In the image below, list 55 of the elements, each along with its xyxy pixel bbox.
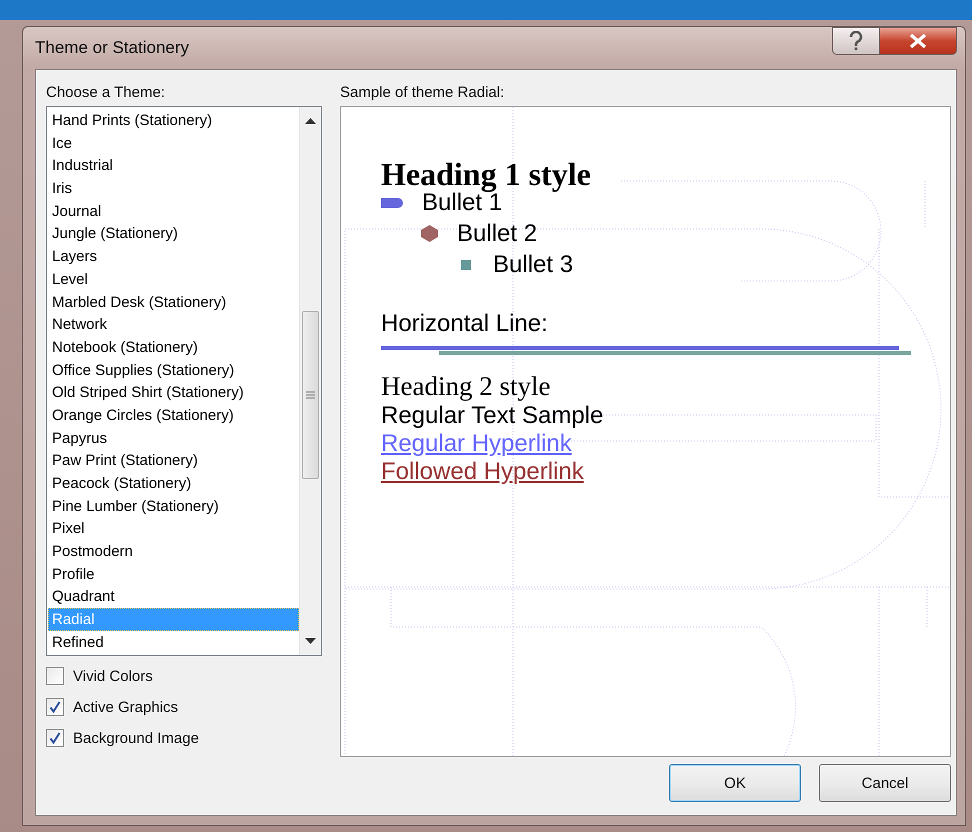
theme-item[interactable]: Marbled Desk (Stationery) — [48, 290, 299, 314]
theme-item[interactable]: Quadrant — [48, 585, 299, 608]
grip-icon — [306, 391, 315, 399]
theme-item[interactable]: Paw Print (Stationery) — [48, 449, 299, 472]
close-icon — [909, 34, 927, 48]
theme-item[interactable]: Layers — [48, 245, 299, 268]
checkbox-label: Active Graphics — [73, 698, 178, 716]
theme-item[interactable]: Industrial — [48, 154, 299, 178]
theme-item[interactable]: Ice — [48, 132, 299, 154]
checkbox[interactable] — [46, 729, 64, 747]
theme-item[interactable]: Journal — [48, 200, 299, 222]
theme-item[interactable]: Peacock (Stationery) — [48, 472, 299, 495]
theme-item[interactable]: Orange Circles (Stationery) — [48, 404, 299, 427]
theme-item[interactable]: Office Supplies (Stationery) — [48, 358, 299, 382]
help-button[interactable] — [832, 27, 880, 55]
checkbox[interactable] — [46, 667, 64, 685]
horizontal-line-label: Horizontal Line: — [381, 310, 548, 338]
bullet-text: Bullet 3 — [493, 250, 574, 278]
theme-item[interactable]: Pine Lumber (Stationery) — [48, 494, 299, 518]
theme-item[interactable]: Old Striped Shirt (Stationery) — [48, 381, 299, 404]
heading-1-sample: Heading 1 style — [381, 155, 591, 192]
theme-item[interactable]: Pixel — [48, 517, 299, 540]
checkbox-label: Background Image — [73, 730, 199, 746]
hyperlink-sample[interactable]: Regular Hyperlink — [381, 430, 572, 458]
bullet-icon — [461, 260, 471, 270]
regular-text-sample: Regular Text Sample — [381, 402, 604, 430]
followed-hyperlink-sample[interactable]: Followed Hyperlink — [381, 458, 584, 486]
theme-item[interactable]: Jungle (Stationery) — [48, 222, 299, 246]
dialog-button[interactable]: OK — [669, 764, 801, 802]
theme-item[interactable]: Iris — [48, 177, 299, 200]
checkbox[interactable] — [46, 698, 64, 716]
help-icon — [849, 31, 863, 51]
scroll-up-icon[interactable] — [305, 117, 316, 125]
checkbox-label: Vivid Colors — [73, 668, 153, 684]
dialog-button[interactable]: Cancel — [819, 764, 951, 802]
bullet-text: Bullet 2 — [457, 220, 538, 248]
heading-2-sample: Heading 2 style — [381, 371, 550, 402]
theme-item[interactable]: Profile — [48, 562, 299, 586]
theme-item[interactable]: Hand Prints (Stationery) — [48, 109, 299, 132]
theme-item[interactable]: Refined — [48, 630, 299, 654]
bullet-icon — [421, 225, 438, 242]
window-title: Theme or Stationery — [35, 38, 190, 58]
bullet-icon — [381, 198, 404, 208]
scroll-down-icon[interactable] — [305, 637, 316, 645]
theme-list[interactable] — [46, 106, 322, 656]
theme-item[interactable]: Level — [48, 268, 299, 290]
list-label: Choose a Theme: — [46, 84, 166, 103]
close-button[interactable] — [880, 27, 957, 55]
preview-label: Sample of theme Radial: — [340, 84, 506, 103]
scrollbar[interactable] — [299, 107, 321, 655]
theme-item[interactable]: Postmodern — [48, 540, 299, 563]
theme-item[interactable]: Papyrus — [48, 426, 299, 450]
theme-item[interactable]: Notebook (Stationery) — [48, 336, 299, 359]
scroll-thumb[interactable] — [302, 311, 319, 479]
theme-item[interactable]: Network — [48, 313, 299, 336]
